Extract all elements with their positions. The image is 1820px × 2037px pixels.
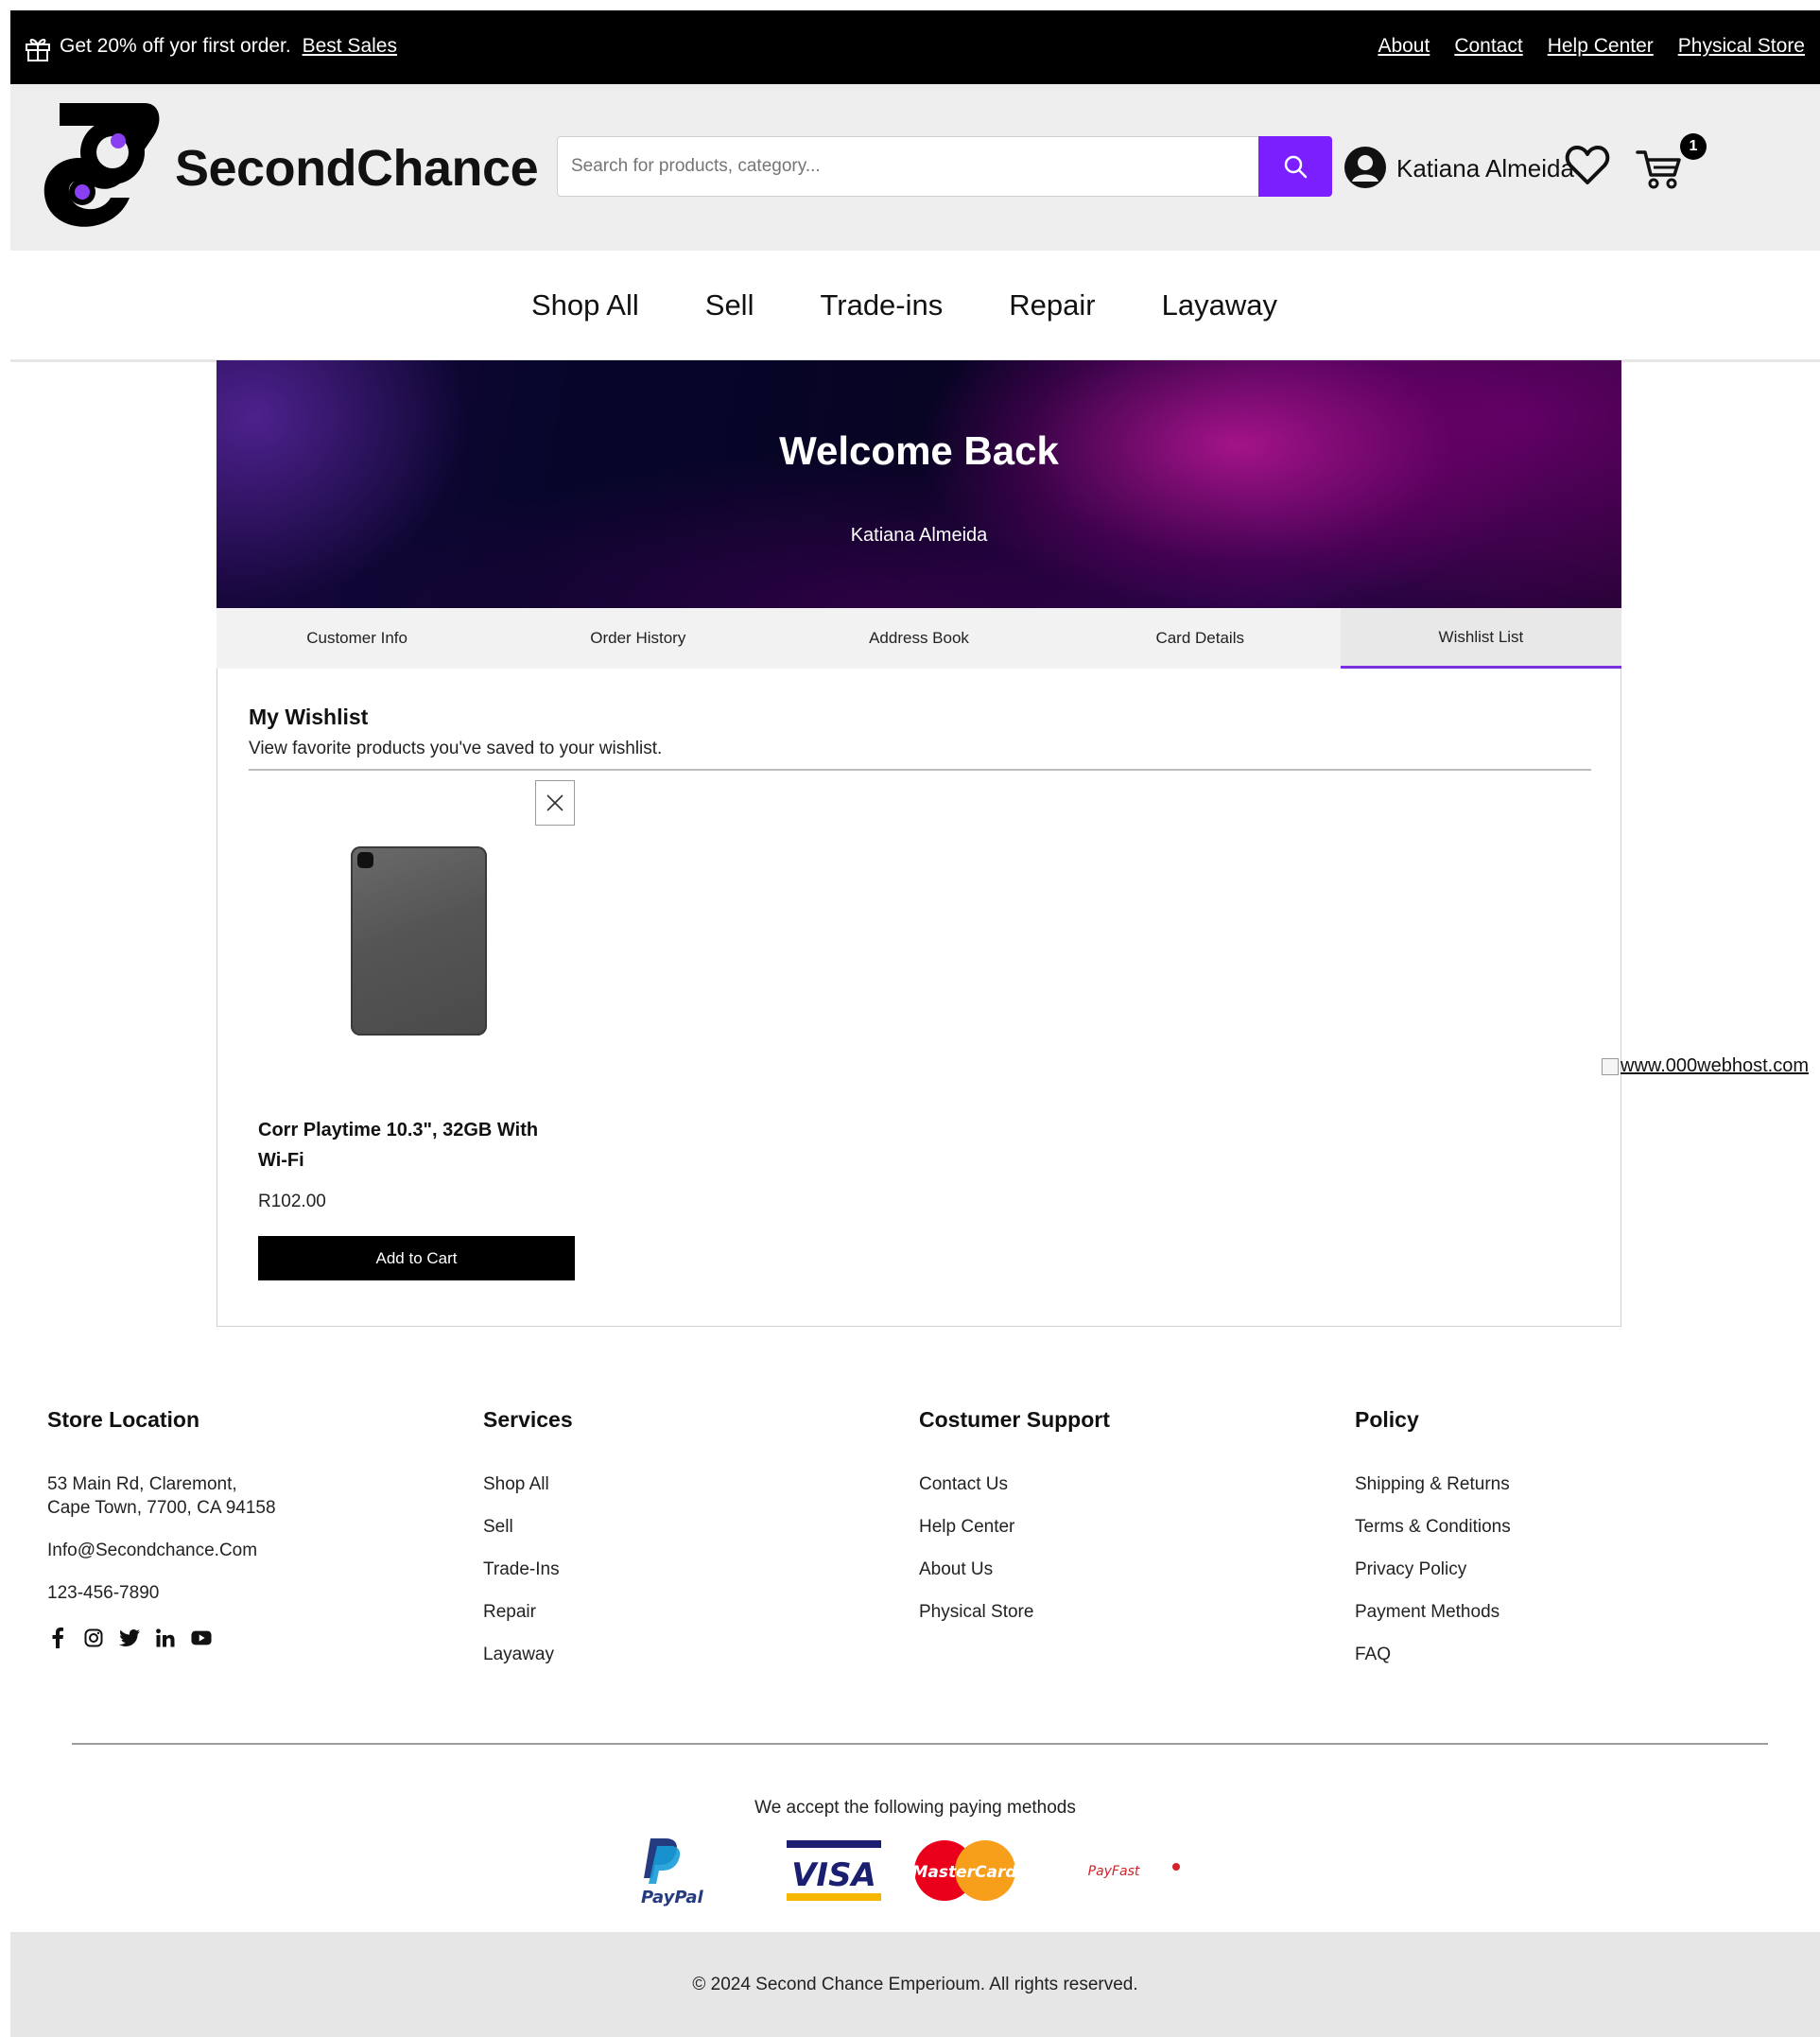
store-address-line2: Cape Town, 7700, CA 94158 [47,1498,276,1518]
instagram-icon[interactable] [83,1628,104,1648]
nav-shop-all[interactable]: Shop All [531,288,639,322]
camera-detail [357,852,373,868]
user-avatar-icon[interactable] [1343,146,1387,189]
cart-count-badge: 1 [1680,133,1707,160]
divider [249,769,1591,771]
footer-store-location: Store Location 53 Main Rd, Claremont, Ca… [47,1407,276,1648]
footer-link-trade-ins[interactable]: Trade-Ins [483,1558,573,1581]
search-button[interactable] [1258,136,1332,197]
footer-link-faq[interactable]: FAQ [1355,1643,1511,1666]
copyright-bar: © 2024 Second Chance Emperioum. All righ… [10,1932,1820,2037]
promo-text: Get 20% off yor first order. Best Sales [60,35,397,58]
mastercard-logo: MasterCard [911,1840,1017,1901]
product-name[interactable]: Corr Playtime 10.3", 32GB With Wi-Fi [258,1115,561,1175]
help-center-link[interactable]: Help Center [1548,35,1654,58]
user-name[interactable]: Katiana Almeida [1396,154,1574,183]
nav-repair[interactable]: Repair [1009,288,1095,322]
add-to-cart-button[interactable]: Add to Cart [258,1236,575,1280]
footer-link-privacy-policy[interactable]: Privacy Policy [1355,1558,1511,1581]
site-header: SecondChance Katiana Almeida 1 [10,84,1820,251]
wishlist-heart-icon[interactable] [1565,145,1610,186]
logo-icon[interactable] [39,94,167,235]
wishlist-title: My Wishlist [249,705,369,729]
social-links [47,1628,276,1648]
paypal-text: PayPal [641,1888,704,1907]
welcome-user-name: Katiana Almeida [850,525,988,546]
support-heading: Costumer Support [919,1407,1110,1432]
footer-link-repair[interactable]: Repair [483,1600,573,1624]
close-icon [546,794,563,811]
cart-icon[interactable] [1635,145,1684,190]
product-price: R102.00 [258,1192,326,1211]
brand-name[interactable]: SecondChance [175,139,539,198]
footer-link-layaway[interactable]: Layaway [483,1643,573,1666]
welcome-title: Welcome Back [779,428,1059,473]
main-nav: Shop All Sell Trade-ins Repair Layaway [10,251,1820,362]
footer-link-about-us[interactable]: About Us [919,1558,1110,1581]
store-location-heading: Store Location [47,1407,200,1432]
physical-store-link[interactable]: Physical Store [1678,35,1805,58]
payfast-logo: PayFast [1088,1863,1180,1879]
twitter-icon[interactable] [119,1628,140,1648]
store-email[interactable]: Info@Secondchance.Com [47,1539,276,1562]
promo-bar: Get 20% off yor first order. Best Sales … [10,10,1820,84]
payment-logos: PayPal VISA MasterCard PayFast [641,1838,1180,1907]
promo-message: Get 20% off yor first order. [60,35,291,57]
remove-item-button[interactable] [535,780,575,826]
nav-trade-ins[interactable]: Trade-ins [820,288,943,322]
nav-sell[interactable]: Sell [705,288,754,322]
wishlist-description: View favorite products you've saved to y… [249,739,663,758]
search-box [557,136,1260,197]
welcome-banner: Welcome Back Katiana Almeida [217,360,1621,608]
linkedin-icon[interactable] [155,1628,176,1648]
account-tabs: Customer Info Order History Address Book… [217,608,1622,669]
store-address-line1: 53 Main Rd, Claremont, [47,1474,237,1494]
footer-link-terms-conditions[interactable]: Terms & Conditions [1355,1515,1511,1539]
footer-policy: Policy Shipping & Returns Terms & Condit… [1355,1407,1511,1685]
footer-divider [72,1743,1768,1745]
visa-logo: VISA [787,1840,881,1901]
footer-customer-support: Costumer Support Contact Us Help Center … [919,1407,1110,1643]
tab-wishlist-list[interactable]: Wishlist List [1340,608,1622,669]
store-phone[interactable]: 123-456-7890 [47,1581,276,1605]
services-heading: Services [483,1407,573,1432]
footer-link-shop-all[interactable]: Shop All [483,1472,573,1496]
footer-link-sell[interactable]: Sell [483,1515,573,1539]
policy-heading: Policy [1355,1407,1419,1432]
footer-link-shipping-returns[interactable]: Shipping & Returns [1355,1472,1511,1496]
footer-services: Services Shop All Sell Trade-Ins Repair … [483,1407,573,1685]
wishlist-panel: My Wishlist View favorite products you'v… [217,669,1621,1327]
youtube-icon[interactable] [191,1628,212,1648]
footer-link-help-center[interactable]: Help Center [919,1515,1110,1539]
visa-text: VISA [791,1856,876,1894]
tab-order-history[interactable]: Order History [497,608,778,669]
footer-link-physical-store[interactable]: Physical Store [919,1600,1110,1624]
tab-card-details[interactable]: Card Details [1060,608,1341,669]
broken-image-alt-text: www.000webhost.com [1621,1055,1809,1077]
best-sales-link[interactable]: Best Sales [303,35,397,57]
about-link[interactable]: About [1378,35,1430,58]
broken-image-link[interactable]: www.000webhost.com [1602,1055,1820,1084]
copyright-text: © 2024 Second Chance Emperioum. All righ… [692,1974,1138,1994]
gift-icon [26,39,50,61]
paypal-logo: PayPal [641,1838,704,1907]
top-links: About Contact Help Center Physical Store [1378,35,1805,58]
footer-link-payment-methods[interactable]: Payment Methods [1355,1600,1511,1624]
facebook-icon[interactable] [47,1628,68,1648]
contact-link[interactable]: Contact [1454,35,1522,58]
mastercard-text: MasterCard [911,1863,1017,1882]
site-footer: Store Location 53 Main Rd, Claremont, Ca… [10,1327,1820,1941]
footer-link-contact-us[interactable]: Contact Us [919,1472,1110,1496]
product-image[interactable] [351,846,487,1036]
search-input[interactable] [558,137,1259,196]
payfast-text: PayFast [1088,1864,1140,1879]
broken-image-icon [1602,1057,1619,1075]
search-icon [1284,155,1308,179]
nav-layaway[interactable]: Layaway [1162,288,1277,322]
tab-customer-info[interactable]: Customer Info [217,608,497,669]
tab-address-book[interactable]: Address Book [778,608,1059,669]
page: Get 20% off yor first order. Best Sales … [10,10,1820,2037]
payment-methods-title: We accept the following paying methods [754,1798,1076,1818]
